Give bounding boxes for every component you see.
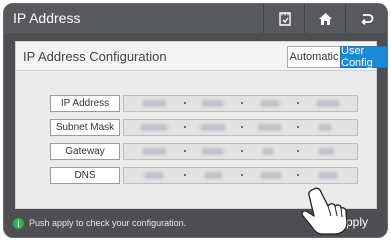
octet-separator bbox=[297, 126, 299, 128]
octet-value bbox=[316, 100, 340, 107]
octet-value bbox=[262, 148, 274, 155]
panel-title: IP Address Configuration bbox=[23, 49, 167, 64]
note-icon bbox=[278, 11, 291, 26]
octet-value bbox=[144, 172, 164, 179]
ip-address-button[interactable]: IP Address bbox=[50, 95, 120, 112]
gateway-field[interactable] bbox=[123, 143, 358, 160]
user-config-toggle[interactable]: User Config bbox=[340, 45, 387, 69]
ip-config-panel: IP Address Configuration Automatic User … bbox=[15, 41, 387, 209]
subnet-mask-button[interactable]: Subnet Mask bbox=[50, 119, 120, 136]
hint-text: Push apply to check your configuration. bbox=[29, 218, 187, 228]
octet-value bbox=[202, 148, 224, 155]
page-title: IP Address bbox=[13, 10, 81, 26]
octet-separator bbox=[241, 150, 243, 152]
octet-separator bbox=[297, 150, 299, 152]
octet-value bbox=[258, 124, 282, 131]
back-icon bbox=[360, 13, 373, 25]
octet-separator bbox=[241, 126, 243, 128]
home-button[interactable] bbox=[304, 4, 346, 33]
octet-separator bbox=[241, 174, 243, 176]
home-icon bbox=[319, 12, 332, 25]
title-bar: IP Address bbox=[4, 4, 387, 33]
octet-separator bbox=[297, 102, 299, 104]
pointing-hand-icon bbox=[301, 187, 348, 235]
octet-separator bbox=[184, 126, 186, 128]
octet-separator bbox=[241, 102, 243, 104]
octet-value bbox=[318, 172, 338, 179]
octet-value bbox=[202, 100, 224, 107]
panel-header: IP Address Configuration Automatic User … bbox=[16, 42, 387, 71]
octet-value bbox=[142, 100, 166, 107]
octet-value bbox=[142, 148, 166, 155]
octet-separator bbox=[184, 174, 186, 176]
gateway-button[interactable]: Gateway bbox=[50, 143, 120, 160]
note-button[interactable] bbox=[263, 4, 305, 33]
octet-value bbox=[260, 100, 280, 107]
ip-address-field[interactable] bbox=[123, 95, 358, 112]
octet-value bbox=[318, 148, 334, 155]
automatic-toggle[interactable]: Automatic bbox=[287, 46, 341, 68]
octet-value bbox=[260, 172, 282, 179]
octet-separator bbox=[297, 174, 299, 176]
dns-button[interactable]: DNS bbox=[50, 167, 120, 184]
octet-value bbox=[200, 124, 226, 131]
back-button[interactable] bbox=[345, 4, 387, 33]
octet-value bbox=[140, 124, 168, 131]
octet-value bbox=[204, 172, 222, 179]
octet-separator bbox=[184, 102, 186, 104]
info-icon: i bbox=[13, 218, 24, 229]
dns-field[interactable] bbox=[123, 167, 358, 184]
octet-separator bbox=[184, 150, 186, 152]
subnet-mask-field[interactable] bbox=[123, 119, 358, 136]
octet-value bbox=[318, 124, 332, 131]
